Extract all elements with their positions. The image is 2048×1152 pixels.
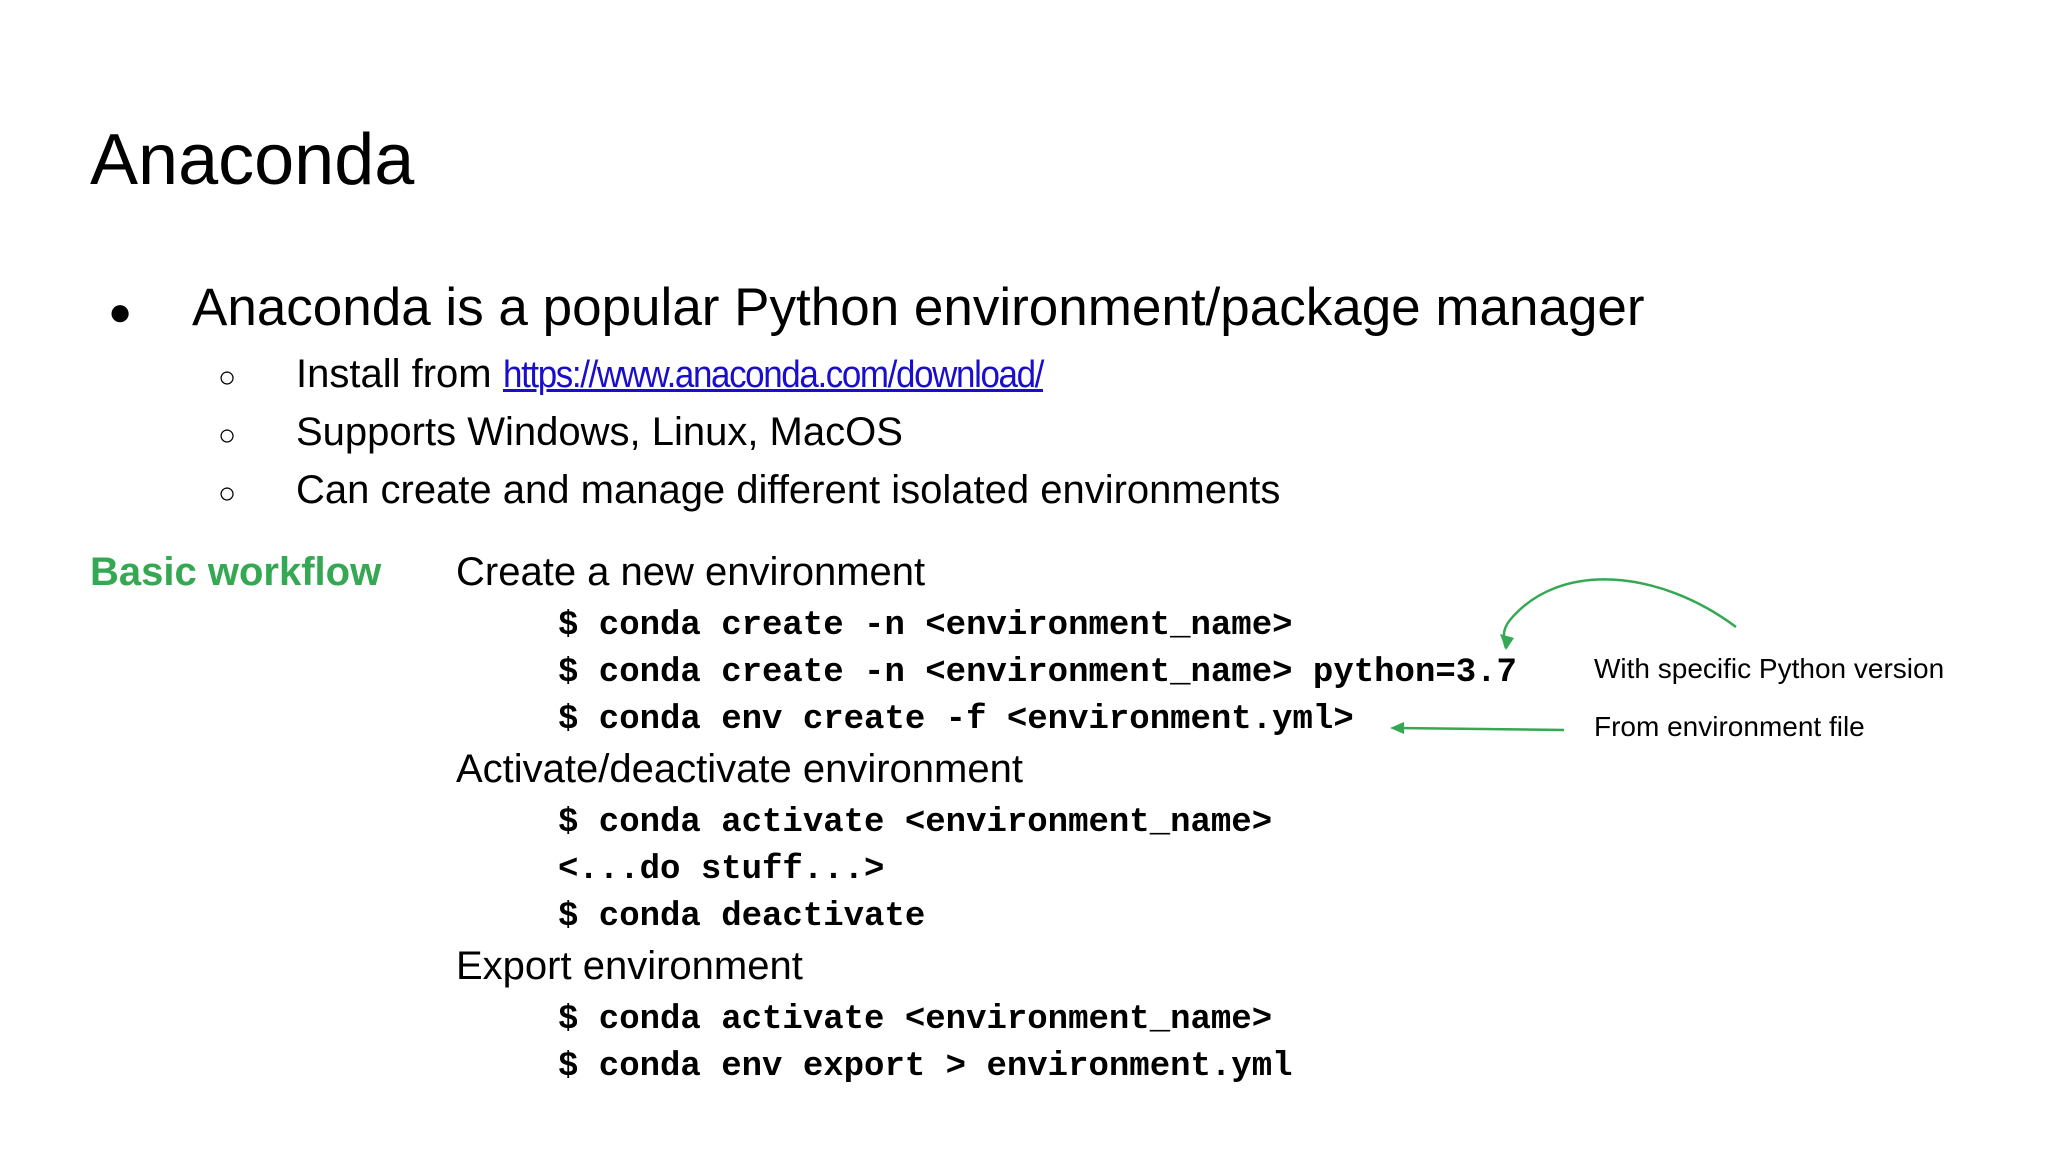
code-line: $ conda deactivate bbox=[558, 898, 926, 936]
code-line: $ conda create -n <environment_name> pyt… bbox=[558, 654, 1517, 692]
note-environment-file: From environment file bbox=[1594, 711, 1865, 742]
download-link[interactable]: https://www.anaconda.com/download/ bbox=[503, 348, 1044, 403]
slide: Anaconda ● Anaconda is a popular Python … bbox=[0, 0, 2048, 1152]
code-line: $ conda activate <environment_name> bbox=[558, 1001, 1273, 1039]
sub-bullet-marker: ○ bbox=[218, 361, 237, 394]
section-heading-export: Export environment bbox=[456, 944, 803, 988]
code-line: $ conda env export > environment.yml bbox=[558, 1048, 1293, 1086]
section-heading-activate: Activate/deactivate environment bbox=[456, 747, 1023, 791]
arrow-python-version-head bbox=[1500, 634, 1514, 650]
section-heading-create: Create a new environment bbox=[456, 550, 926, 594]
slide-title: Anaconda bbox=[90, 120, 415, 200]
code-line: $ conda env create -f <environment.yml> bbox=[558, 701, 1354, 739]
sub-bullet-marker: ○ bbox=[218, 419, 237, 452]
note-python-version: With specific Python version bbox=[1594, 653, 1945, 684]
sub-bullet-list: ○ Install from https://www.anaconda.com/… bbox=[218, 347, 1280, 521]
intro-text: Anaconda is a popular Python environment… bbox=[192, 278, 1645, 337]
code-line: <...do stuff...> bbox=[558, 851, 885, 889]
intro-bullet: ● Anaconda is a popular Python environme… bbox=[108, 276, 1645, 344]
platforms-text: Supports Windows, Linux, MacOS bbox=[296, 410, 903, 454]
sub-bullet-install: ○ Install from https://www.anaconda.com/… bbox=[218, 347, 1280, 405]
sub-bullet-environments: ○ Can create and manage different isolat… bbox=[218, 463, 1280, 521]
code-line: $ conda activate <environment_name> bbox=[558, 804, 1273, 842]
sub-bullet-platforms: ○ Supports Windows, Linux, MacOS bbox=[218, 405, 1280, 463]
arrow-environment-file bbox=[1393, 726, 1565, 732]
arrow-python-version bbox=[1502, 578, 1737, 649]
code-line: $ conda create -n <environment_name> bbox=[558, 607, 1293, 645]
workflow-label: Basic workflow bbox=[90, 550, 382, 594]
arrow-environment-file-head bbox=[1390, 722, 1404, 734]
sub-bullet-marker: ○ bbox=[218, 477, 237, 510]
install-prefix: Install from bbox=[296, 352, 503, 396]
environments-text: Can create and manage different isolated… bbox=[296, 468, 1281, 512]
bullet-dot: ● bbox=[108, 290, 133, 334]
